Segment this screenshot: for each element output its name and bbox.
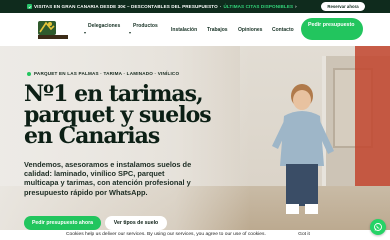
nav-item-instalacion[interactable]: Instalación [171, 27, 197, 33]
check-icon [27, 4, 32, 9]
chevron-down-icon: ▾ [84, 30, 87, 35]
promo-text: VISITAS EN GRAN CANARIA DESDE 30€ – DESC… [34, 4, 218, 9]
cookie-banner: Cookies help us deliver our services. By… [0, 230, 390, 240]
promo-bar: VISITAS EN GRAN CANARIA DESDE 30€ – DESC… [0, 0, 390, 13]
promo-highlight: ÚLTIMAS CITAS DISPONIBLES [223, 4, 294, 9]
nav-item-trabajos[interactable]: Trabajos [207, 27, 228, 33]
request-quote-button[interactable]: Pedir presupuesto [301, 18, 363, 40]
cookie-text: Cookies help us deliver our services. By… [66, 232, 266, 237]
nav-item-delegaciones[interactable]: Delegaciones [88, 23, 120, 29]
main-nav: Delegaciones ▾ Productos ▾ Instalación T… [0, 13, 390, 46]
dot-icon [27, 71, 31, 76]
hero-tag: PARQUET EN LAS PALMAS · TARIMA · LAMINAD… [27, 71, 179, 76]
nav-item-contacto[interactable]: Contacto [272, 27, 294, 33]
hero-section: PARQUET EN LAS PALMAS · TARIMA · LAMINAD… [0, 46, 390, 240]
whatsapp-icon [374, 223, 382, 231]
cookie-accept-button[interactable]: Got it [296, 231, 312, 239]
hero-title: Nº1 en tarimas, parquet y suelos en Cana… [24, 81, 212, 149]
site-logo[interactable] [37, 18, 69, 40]
hero-tag-text: PARQUET EN LAS PALMAS · TARIMA · LAMINAD… [34, 71, 180, 76]
hero-subtitle: Vendemos, asesoramos e instalamos suelos… [24, 160, 192, 197]
chevron-down-icon: ▾ [129, 30, 132, 35]
whatsapp-button[interactable] [370, 219, 386, 235]
nav-item-productos[interactable]: Productos [133, 23, 158, 29]
request-quote-now-button[interactable]: Pedir presupuesto ahora [24, 216, 101, 230]
view-floor-types-button[interactable]: Ver tipos de suelo [105, 216, 167, 230]
nav-item-opiniones[interactable]: Opiniones [238, 27, 262, 33]
boy-photo [272, 84, 334, 214]
reserve-now-button[interactable]: Reservar ahora [321, 2, 365, 11]
promo-message: VISITAS EN GRAN CANARIA DESDE 30€ – DESC… [27, 0, 297, 13]
